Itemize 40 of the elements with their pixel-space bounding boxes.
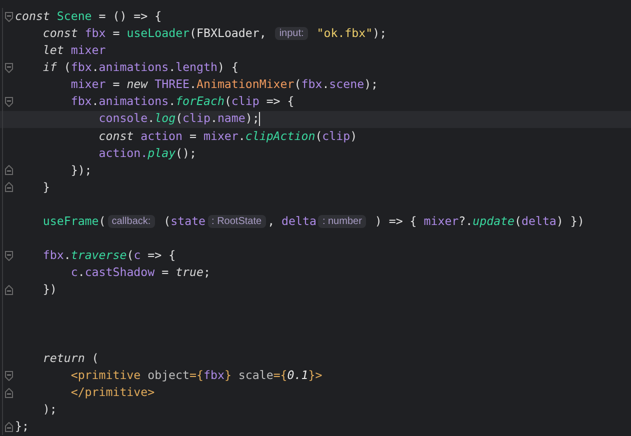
code-text: }; — [15, 418, 29, 436]
text-cursor — [259, 112, 260, 126]
fold-open-icon[interactable] — [5, 62, 13, 73]
fold-open-icon[interactable] — [5, 97, 13, 108]
code-text: } — [42, 178, 50, 196]
code-text: mixer = new THREE.AnimationMixer(fbx.scene); — [70, 76, 378, 94]
fold-open-icon[interactable] — [5, 370, 13, 381]
code-text: ) => { mixer?.update(delta) }) — [374, 212, 584, 230]
code-text: }) — [42, 281, 57, 298]
parameter-hint: callback: — [108, 215, 155, 228]
code-text: }); — [70, 162, 92, 179]
code-text: <primitive object={fbx} scale={0.1}> — [70, 366, 322, 384]
fold-close-icon[interactable] — [5, 388, 13, 398]
fold-open-icon[interactable] — [5, 250, 13, 261]
fold-close-icon[interactable] — [5, 422, 13, 432]
code-text: c.castShadow = true; — [70, 264, 210, 282]
code-text: const action = mixer.clipAction(clip) — [98, 128, 358, 145]
code-text: return ( — [42, 350, 99, 367]
code-text: console.log(clip.name); — [98, 110, 260, 128]
code-text: (state — [162, 212, 206, 230]
fold-close-icon[interactable] — [5, 285, 13, 296]
code-text: fbx.animations.forEach(clip => { — [70, 93, 294, 110]
fold-close-icon[interactable] — [5, 165, 13, 176]
code-text: , delta — [268, 212, 316, 230]
parameter-hint: : RootState — [208, 215, 266, 228]
parameter-hint: input: — [275, 27, 308, 40]
parameter-hint: : number — [318, 215, 366, 228]
code-text: "ok.fbx"); — [316, 24, 387, 42]
code-text: action.play(); — [98, 144, 196, 162]
code-text: useFrame( — [42, 212, 106, 230]
code-text: const Scene = () => { — [15, 8, 162, 25]
code-text: ); — [42, 401, 57, 418]
code-text: </primitive> — [70, 384, 155, 401]
code-text: fbx.traverse(c => { — [42, 247, 176, 264]
code-text: const fbx = useLoader(FBXLoader, — [42, 24, 268, 42]
code-text: let mixer — [42, 42, 106, 60]
fold-close-icon[interactable] — [5, 182, 13, 192]
code-text: if (fbx.animations.length) { — [42, 59, 238, 76]
code-editor[interactable] — [0, 0, 631, 436]
fold-open-icon[interactable] — [5, 12, 13, 22]
